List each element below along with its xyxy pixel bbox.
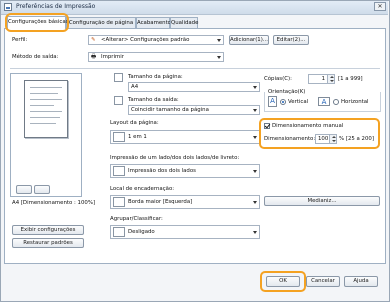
binding-select[interactable]: Borda maior [Esquerda]: [110, 195, 260, 209]
profile-label: Perfil:: [12, 37, 28, 43]
cancel-button[interactable]: Cancelar: [306, 276, 340, 287]
scaling-stepper[interactable]: [329, 134, 337, 144]
chevron-down-icon: [253, 170, 257, 173]
preview-paper: [24, 80, 68, 138]
preview-line: [30, 117, 60, 118]
chevron-down-icon: [253, 201, 257, 204]
copies-input[interactable]: 1: [308, 74, 328, 84]
tab-quality[interactable]: Qualidade: [170, 17, 198, 28]
output-method-label: Método de saída:: [12, 54, 59, 60]
chevron-down-icon: [253, 231, 257, 234]
copies-stepper[interactable]: [327, 74, 335, 84]
page-layout-value: 1 em 1: [128, 134, 147, 140]
window-title: Preferências de Impressão: [16, 3, 96, 10]
scaling-label: Dimensionamento:: [264, 136, 316, 142]
output-method-value: Imprimir: [101, 54, 124, 60]
separator: [10, 68, 380, 69]
restore-defaults-button[interactable]: Restaurar padrões: [12, 238, 84, 248]
ok-button[interactable]: OK: [266, 276, 300, 287]
horizontal-radio[interactable]: [333, 99, 339, 105]
collate-icon: [113, 226, 125, 237]
preview-line: [30, 87, 62, 88]
output-size-label: Tamanho da saída:: [128, 97, 179, 103]
output-method-select[interactable]: 🖶 Imprimir: [88, 52, 224, 62]
close-button[interactable]: ✕: [374, 2, 386, 11]
preview-line: [30, 93, 58, 94]
pencil-icon: ✎: [91, 37, 96, 43]
profile-select[interactable]: ✎ <Alterar> Configurações padrão: [88, 35, 224, 45]
collate-value: Desligado: [128, 229, 155, 235]
duplex-label: Impressão de um lado/dos dois lados/de l…: [110, 155, 240, 161]
collate-select[interactable]: Desligado: [110, 225, 260, 239]
manual-scaling-checkbox[interactable]: [264, 123, 270, 129]
preview-line: [30, 105, 54, 106]
tab-page-setup[interactable]: Configuração de página: [66, 17, 136, 28]
tab-basic-settings[interactable]: Configurações básicas: [7, 16, 68, 29]
vertical-label: Vertical: [288, 99, 309, 105]
output-size-icon: [114, 96, 123, 105]
edit-profile-button[interactable]: Editar(2)...: [273, 35, 309, 45]
preview-caption: A4 [Dimensionamento : 100%]: [12, 200, 96, 206]
tab-finishing[interactable]: Acabamento: [136, 17, 171, 28]
duplex-value: Impressão dos dois lados: [128, 168, 196, 174]
binding-value: Borda maior [Esquerda]: [128, 199, 193, 205]
preview-settings-toggle-icon[interactable]: [34, 185, 50, 194]
binding-label: Local de encadernação:: [110, 186, 175, 192]
gutter-button[interactable]: Medianiz...: [264, 196, 380, 206]
preview-line: [30, 111, 62, 112]
page-size-value: A4: [131, 84, 139, 90]
chevron-down-icon: [217, 56, 221, 59]
preview-line: [30, 99, 62, 100]
duplex-icon: [113, 165, 125, 176]
page-size-label: Tamanho da página:: [128, 74, 183, 80]
preview-view-toggle-icon[interactable]: [16, 185, 32, 194]
printer-icon: 🖶: [91, 54, 97, 60]
duplex-select[interactable]: Impressão dos dois lados: [110, 164, 260, 178]
scaling-range: % [25 a 200]: [339, 136, 374, 142]
page-layout-select[interactable]: 1 em 1: [110, 130, 260, 144]
show-settings-button[interactable]: Exibir configurações: [12, 225, 84, 235]
preview-line: [30, 123, 56, 124]
output-size-value: Coincidir tamanho da página: [131, 107, 209, 113]
add-profile-button[interactable]: Adicionar(1)...: [229, 35, 269, 45]
manual-scaling-label: Dimensionamento manual: [272, 123, 344, 129]
horizontal-label: Horizontal: [341, 99, 369, 105]
output-size-select[interactable]: Coincidir tamanho da página: [128, 105, 260, 115]
page-size-icon: [114, 73, 123, 82]
chevron-down-icon: [253, 109, 257, 112]
help-button[interactable]: Ajuda: [344, 276, 378, 287]
chevron-down-icon: [253, 86, 257, 89]
copies-range: [1 a 999]: [338, 76, 363, 82]
profile-value: <Alterar> Configurações padrão: [101, 37, 190, 43]
landscape-icon: A: [318, 97, 330, 106]
binding-icon: [113, 196, 125, 207]
portrait-icon: A: [268, 96, 277, 107]
vertical-radio[interactable]: [280, 99, 286, 105]
chevron-down-icon: [253, 136, 257, 139]
scaling-input[interactable]: 100: [315, 134, 330, 144]
collate-label: Agrupar/Classificar:: [110, 216, 163, 222]
page-layout-label: Layout da página:: [110, 120, 159, 126]
copies-label: Cópias(C):: [264, 76, 292, 82]
chevron-down-icon: [217, 39, 221, 42]
page-size-select[interactable]: A4: [128, 82, 260, 92]
layout-page-icon: [113, 131, 125, 142]
printer-icon: [4, 3, 12, 11]
